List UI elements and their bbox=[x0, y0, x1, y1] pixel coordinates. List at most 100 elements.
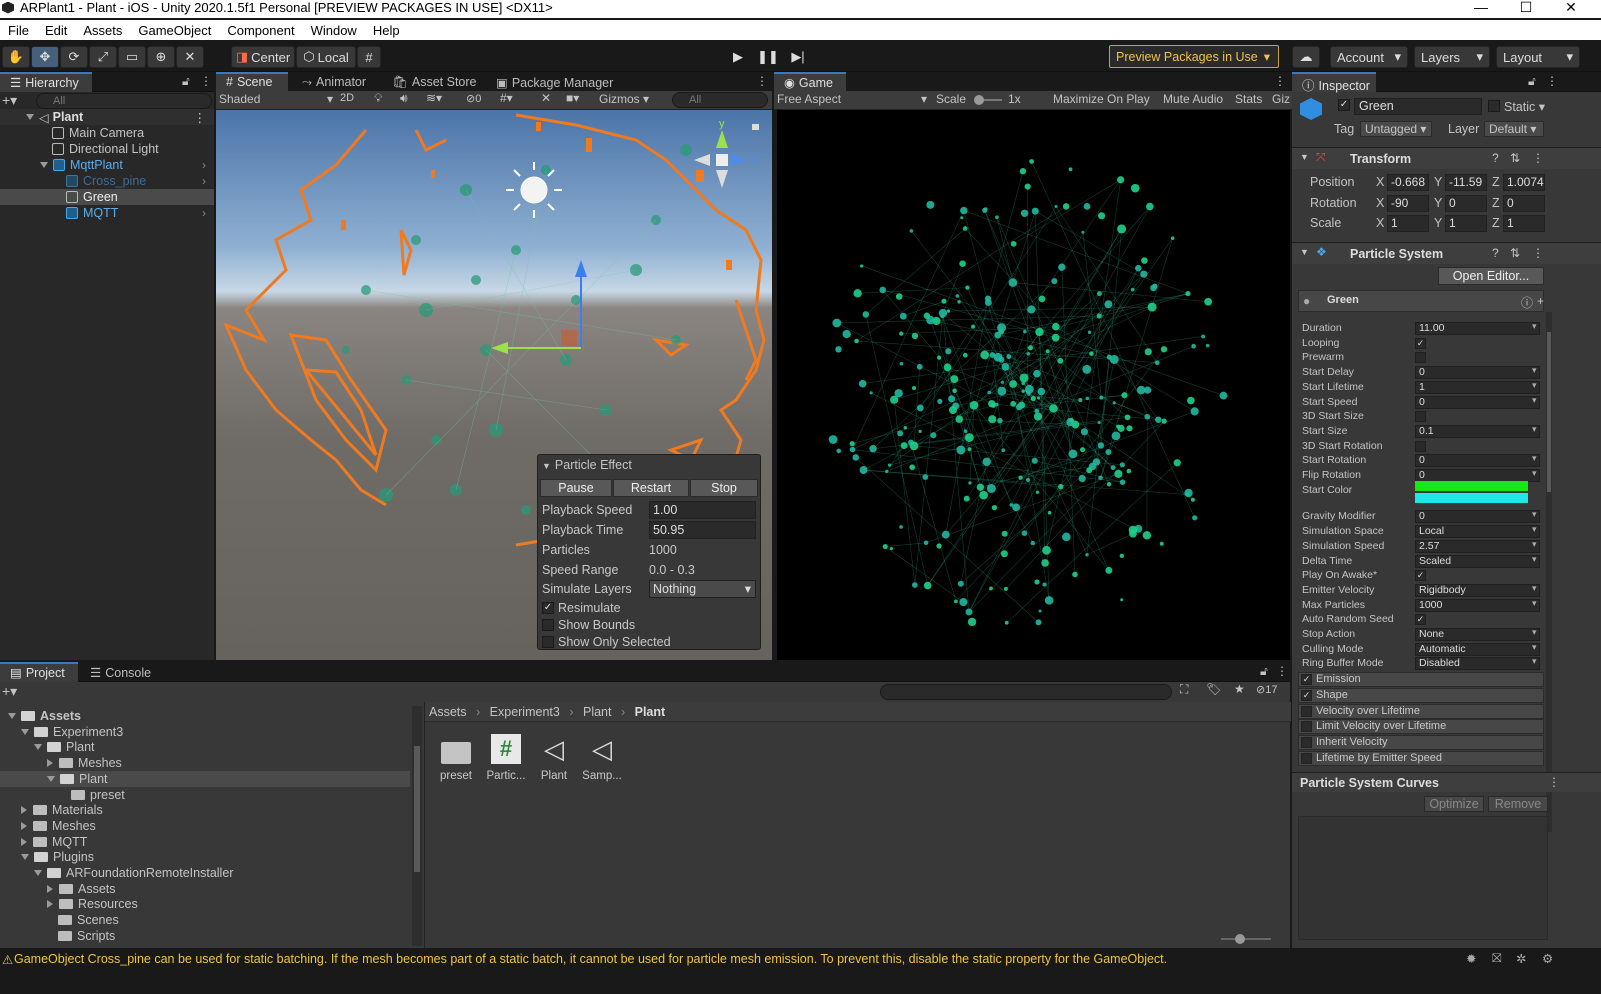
ps-module-row[interactable]: Velocity over Lifetime bbox=[1298, 703, 1544, 719]
custom-tool-icon[interactable]: ✕ bbox=[176, 46, 204, 68]
ps-module-checkbox[interactable] bbox=[1301, 737, 1312, 749]
ps-field-value[interactable]: 1000 bbox=[1415, 598, 1540, 612]
object-name-field[interactable]: Green bbox=[1354, 98, 1482, 115]
hierarchy-item[interactable]: MqttPlant bbox=[40, 157, 123, 173]
hidden-objects-icon[interactable]: ⊘0 bbox=[466, 92, 481, 105]
particle-system-header[interactable]: ▼ ❖ Particle System ? ⇅ ⋮ bbox=[1292, 242, 1601, 264]
favorite-icon[interactable]: ★ bbox=[1234, 682, 1245, 696]
project-tree-item[interactable]: preset bbox=[0, 787, 410, 803]
2d-toggle[interactable]: 2D bbox=[340, 92, 354, 104]
tag-dropdown[interactable]: Untagged ▾ bbox=[1360, 121, 1432, 137]
tab-scene[interactable]: # Scene bbox=[216, 72, 288, 92]
scale-x-field[interactable]: 1 bbox=[1387, 215, 1429, 232]
audio-toggle-icon[interactable]: 🔊︎ bbox=[400, 91, 408, 106]
stop-effect-button[interactable]: Stop bbox=[690, 479, 758, 497]
project-tree-item[interactable]: Meshes bbox=[0, 755, 410, 771]
ps-field-checkbox[interactable] bbox=[1415, 352, 1426, 364]
cloud-icon[interactable]: ☁ bbox=[1292, 46, 1320, 68]
gizmos-toggle[interactable]: Giz bbox=[1272, 92, 1290, 106]
ps-field-dropdown-icon[interactable]: ▾ bbox=[1532, 365, 1537, 376]
tab-project[interactable]: ▤ Project bbox=[0, 662, 78, 682]
ps-module-row[interactable]: Limit Velocity over Lifetime bbox=[1298, 719, 1544, 735]
project-tree-item[interactable]: Plant bbox=[0, 770, 410, 787]
scale-y-field[interactable]: 1 bbox=[1445, 215, 1487, 232]
pivot-local-button[interactable]: ⬡ Local bbox=[296, 46, 356, 68]
play-button[interactable]: ▶ bbox=[724, 46, 752, 68]
ps-field-dropdown-icon[interactable]: ▾ bbox=[1532, 468, 1537, 479]
menu-help[interactable]: Help bbox=[365, 20, 408, 40]
pause-button[interactable]: ❚❚ bbox=[754, 46, 782, 68]
restart-effect-button[interactable]: Restart bbox=[613, 479, 689, 497]
lock-icon[interactable]: 🔓︎ bbox=[1528, 74, 1536, 89]
static-checkbox[interactable] bbox=[1488, 100, 1500, 112]
position-y-field[interactable]: -11.59 bbox=[1445, 174, 1487, 191]
filter-label-icon[interactable]: 🏷︎ bbox=[1206, 682, 1221, 696]
ps-field-dropdown-icon[interactable]: ▾ bbox=[1532, 583, 1537, 594]
ps-module-row[interactable]: Lifetime by Emitter Speed bbox=[1298, 751, 1544, 766]
ps-field-dropdown-icon[interactable]: ▾ bbox=[1532, 395, 1537, 406]
ps-field-value[interactable]: None bbox=[1415, 628, 1540, 641]
ps-field-checkbox[interactable]: ✓ bbox=[1415, 337, 1426, 349]
start-color-swatch[interactable] bbox=[1415, 492, 1528, 503]
ps-module-checkbox[interactable]: ✓ bbox=[1301, 674, 1312, 685]
ps-field-checkbox[interactable] bbox=[1415, 440, 1426, 452]
minimize-button[interactable]: — bbox=[1458, 0, 1504, 18]
close-button[interactable]: ✕ bbox=[1548, 0, 1594, 18]
help-icon[interactable]: ? bbox=[1492, 246, 1499, 260]
kebab-menu-icon[interactable]: ⋮ bbox=[1548, 775, 1560, 789]
layer-dropdown[interactable]: Default ▾ bbox=[1484, 121, 1544, 137]
asset-item[interactable]: ◁ Samp... bbox=[574, 734, 630, 782]
hierarchy-item[interactable]: Directional Light bbox=[52, 141, 159, 157]
preset-icon[interactable]: ⇅ bbox=[1510, 246, 1520, 260]
maximize-button[interactable]: ☐ bbox=[1503, 0, 1549, 18]
breadcrumb-item[interactable]: Plant bbox=[583, 705, 612, 719]
chevron-right-icon[interactable]: › bbox=[202, 174, 206, 188]
inspector-scrollbar-thumb[interactable] bbox=[1547, 332, 1551, 492]
resimulate-toggle[interactable]: ✓ Resimulate bbox=[542, 601, 621, 615]
project-tree-item[interactable]: Meshes bbox=[0, 818, 410, 834]
rotation-y-field[interactable]: 0 bbox=[1445, 195, 1487, 212]
optimize-button[interactable]: Optimize bbox=[1424, 796, 1484, 812]
menu-component[interactable]: Component bbox=[219, 20, 302, 40]
ps-field-value[interactable]: 2.57 bbox=[1415, 539, 1540, 553]
breadcrumb-item[interactable]: Experiment3 bbox=[490, 705, 560, 719]
filter-type-icon[interactable]: ⛶ bbox=[1180, 682, 1188, 697]
project-tree-item[interactable]: Assets bbox=[0, 708, 410, 724]
tree-scrollbar-thumb[interactable] bbox=[414, 746, 420, 872]
bake-icon[interactable]: ⛝ bbox=[1492, 951, 1502, 966]
lock-icon[interactable]: 🔓︎ bbox=[182, 74, 190, 89]
move-tool-icon[interactable]: ✥ bbox=[31, 46, 59, 68]
kebab-menu-icon[interactable]: ⋮ bbox=[1276, 664, 1288, 678]
tab-console[interactable]: ☰ Console bbox=[80, 662, 159, 682]
scale-tool-icon[interactable]: ⤢ bbox=[89, 46, 117, 68]
preset-icon[interactable]: ⇅ bbox=[1510, 151, 1520, 165]
debug-icon[interactable]: ✲ bbox=[1516, 951, 1526, 966]
project-tree-item[interactable]: Plant bbox=[0, 739, 410, 755]
kebab-menu-icon[interactable]: ⋮ bbox=[1532, 246, 1544, 260]
preview-packages-dropdown[interactable]: Preview Packages in Use ▾ bbox=[1109, 45, 1279, 68]
ps-module-checkbox[interactable] bbox=[1301, 705, 1312, 717]
ps-field-value[interactable]: Local bbox=[1415, 525, 1540, 539]
remove-button[interactable]: Remove bbox=[1488, 796, 1548, 812]
rotation-z-field[interactable]: 0 bbox=[1503, 195, 1545, 212]
curves-area[interactable] bbox=[1298, 816, 1548, 940]
tab-game[interactable]: ◉ Game bbox=[774, 72, 846, 92]
open-editor-button[interactable]: Open Editor... bbox=[1438, 267, 1544, 285]
project-tree-item[interactable]: Materials bbox=[0, 802, 410, 818]
rect-tool-icon[interactable]: ▭ bbox=[118, 46, 146, 68]
menu-window[interactable]: Window bbox=[303, 20, 365, 40]
pivot-center-button[interactable]: ◨ Center bbox=[231, 46, 295, 68]
lock-icon[interactable]: 🔓︎ bbox=[1260, 664, 1268, 679]
static-dropdown[interactable]: Static ▾ bbox=[1504, 99, 1545, 114]
hierarchy-item[interactable]: MQTT bbox=[66, 205, 118, 221]
ps-field-value[interactable]: Rigidbody bbox=[1415, 583, 1540, 597]
rotate-tool-icon[interactable]: ⟳ bbox=[60, 46, 88, 68]
start-color-swatch[interactable] bbox=[1415, 480, 1528, 491]
menu-gameobject[interactable]: GameObject bbox=[130, 20, 219, 40]
project-tree-item[interactable]: Plugins bbox=[0, 849, 410, 865]
mute-audio-toggle[interactable]: Mute Audio bbox=[1163, 92, 1223, 106]
chevron-right-icon[interactable]: › bbox=[202, 206, 206, 220]
project-tree-item[interactable]: Assets bbox=[0, 881, 410, 897]
pause-effect-button[interactable]: Pause bbox=[540, 479, 612, 497]
project-tree-item[interactable]: Scenes bbox=[0, 912, 410, 928]
